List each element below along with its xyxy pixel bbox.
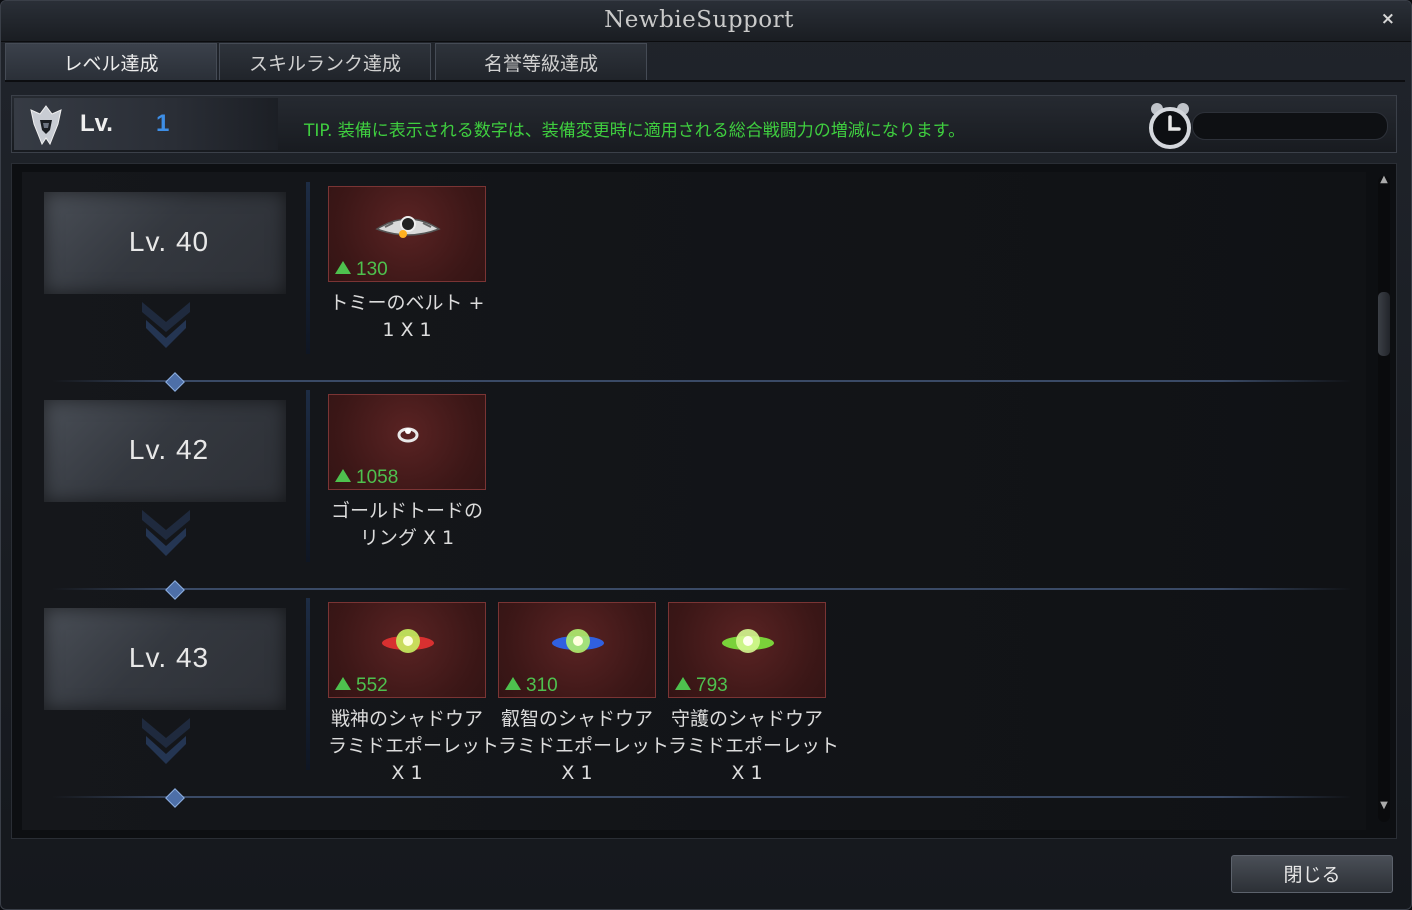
title-bar[interactable]: NewbieSupport × <box>1 1 1411 42</box>
scroll-up-icon[interactable]: ▲ <box>1378 174 1390 186</box>
arrow-up-icon <box>335 261 351 274</box>
reward-item[interactable]: 552 戦神のシャドウア ラミドエポーレット X 1 <box>328 602 500 787</box>
item-name: 守護のシャドウア ラミドエポーレット X 1 <box>668 706 840 787</box>
level-plate-label: Lv. 43 <box>128 642 210 673</box>
level-value: 1 <box>156 110 170 137</box>
close-icon[interactable]: × <box>1381 9 1395 29</box>
reward-row-lv40: Lv. 40 130 トミーのベルト + 1 X 1 <box>22 172 1366 392</box>
level-label: Lv. <box>80 110 113 137</box>
stat-increase: 310 <box>505 675 558 697</box>
scrollbar-thumb[interactable] <box>1378 292 1390 356</box>
row-divider-vertical <box>306 598 310 770</box>
item-slot[interactable]: 552 <box>328 602 486 698</box>
epaulette-green-icon <box>722 629 774 653</box>
chevron-down-icon <box>142 302 190 348</box>
item-name: ゴールドトードの リング X 1 <box>328 498 486 552</box>
item-name-line2: ラミドエポーレット <box>328 735 500 757</box>
tab-level-achievement[interactable]: レベル達成 <box>5 43 217 81</box>
belt-icon <box>375 216 441 238</box>
epaulette-blue-icon <box>552 629 604 653</box>
reward-row-lv43: Lv. 43 552 戦神のシャドウア ラミドエポーレット X 1 310 叡智… <box>22 588 1366 808</box>
item-name: 叡智のシャドウア ラミドエポーレット X 1 <box>498 706 670 787</box>
item-slot[interactable]: 793 <box>668 602 826 698</box>
stat-increase-value: 310 <box>526 675 558 696</box>
scroll-down-icon[interactable]: ▼ <box>1378 800 1390 812</box>
reward-item[interactable]: 1058 ゴールドトードの リング X 1 <box>328 394 488 552</box>
item-name-line1: ゴールドトードの <box>330 500 483 522</box>
item-name: 戦神のシャドウア ラミドエポーレット X 1 <box>328 706 500 787</box>
row-divider-vertical <box>306 390 310 562</box>
current-level-box: Lv. 1 <box>14 98 278 150</box>
separator-gem-icon <box>165 788 185 808</box>
close-button[interactable]: 閉じる <box>1231 855 1393 893</box>
window-title: NewbieSupport <box>604 7 794 33</box>
epaulette-red-icon <box>382 629 434 653</box>
tip-text: TIP. 装備に表示される数字は、装備変更時に適用される総合戦闘力の増減になりま… <box>304 121 966 141</box>
item-name: トミーのベルト + 1 X 1 <box>328 290 486 344</box>
reward-list-panel[interactable]: Lv. 40 130 トミーのベルト + 1 X 1 Lv. 42 1058 ゴ… <box>11 163 1397 839</box>
row-separator <box>52 796 1352 798</box>
level-plate: Lv. 40 <box>44 192 286 294</box>
item-name-line1: 戦神のシャドウア <box>330 708 483 730</box>
arrow-up-icon <box>505 677 521 690</box>
reward-item[interactable]: 130 トミーのベルト + 1 X 1 <box>328 186 488 344</box>
item-name-line3: X 1 <box>561 762 593 784</box>
stat-increase-value: 1058 <box>356 467 399 488</box>
item-name-line2: リング X 1 <box>359 527 455 549</box>
arrow-up-icon <box>675 677 691 690</box>
stat-increase-value: 130 <box>356 259 388 280</box>
level-plate: Lv. 42 <box>44 400 286 502</box>
item-name-line1: 守護のシャドウア <box>670 708 823 730</box>
newbie-support-window: NewbieSupport × レベル達成 スキルランク達成 名誉等級達成 Lv… <box>0 0 1412 910</box>
row-divider-vertical <box>306 182 310 354</box>
level-status-bar: Lv. 1 TIP. 装備に表示される数字は、装備変更時に適用される総合戦闘力の… <box>11 95 1397 153</box>
stat-increase-value: 552 <box>356 675 388 696</box>
stat-increase-value: 793 <box>696 675 728 696</box>
arrow-up-icon <box>335 469 351 482</box>
level-plate: Lv. 43 <box>44 608 286 710</box>
stat-increase: 552 <box>335 675 388 697</box>
level-plate-label: Lv. 40 <box>128 226 210 257</box>
item-slot[interactable]: 130 <box>328 186 486 282</box>
ring-icon <box>397 427 419 443</box>
scrollbar-track[interactable] <box>1378 176 1390 822</box>
item-name-line3: X 1 <box>731 762 763 784</box>
time-progress-bar <box>1192 112 1388 140</box>
item-name-line2: ラミドエポーレット <box>498 735 670 757</box>
chevron-down-icon <box>142 510 190 556</box>
stat-increase: 793 <box>675 675 728 697</box>
reward-item[interactable]: 793 守護のシャドウア ラミドエポーレット X 1 <box>668 602 840 787</box>
stat-increase: 1058 <box>335 467 398 489</box>
item-name-line3: X 1 <box>391 762 423 784</box>
helmet-emblem-icon <box>30 105 62 146</box>
tab-divider <box>5 80 1405 82</box>
item-name-line2: ラミドエポーレット <box>668 735 840 757</box>
reward-list: Lv. 40 130 トミーのベルト + 1 X 1 Lv. 42 1058 ゴ… <box>22 172 1366 830</box>
tab-skill-rank-achievement[interactable]: スキルランク達成 <box>219 43 431 81</box>
item-slot[interactable]: 1058 <box>328 394 486 490</box>
tab-honor-grade-achievement[interactable]: 名誉等級達成 <box>435 43 647 81</box>
item-name-line2: 1 X 1 <box>382 319 432 341</box>
reward-row-lv42: Lv. 42 1058 ゴールドトードの リング X 1 <box>22 380 1366 600</box>
chevron-down-icon <box>142 718 190 764</box>
level-plate-label: Lv. 42 <box>128 434 210 465</box>
item-name-line1: トミーのベルト + <box>329 292 485 314</box>
item-slot[interactable]: 310 <box>498 602 656 698</box>
stat-increase: 130 <box>335 259 388 281</box>
item-name-line1: 叡智のシャドウア <box>500 708 653 730</box>
alarm-clock-icon <box>1149 103 1191 149</box>
arrow-up-icon <box>335 677 351 690</box>
reward-item[interactable]: 310 叡智のシャドウア ラミドエポーレット X 1 <box>498 602 670 787</box>
